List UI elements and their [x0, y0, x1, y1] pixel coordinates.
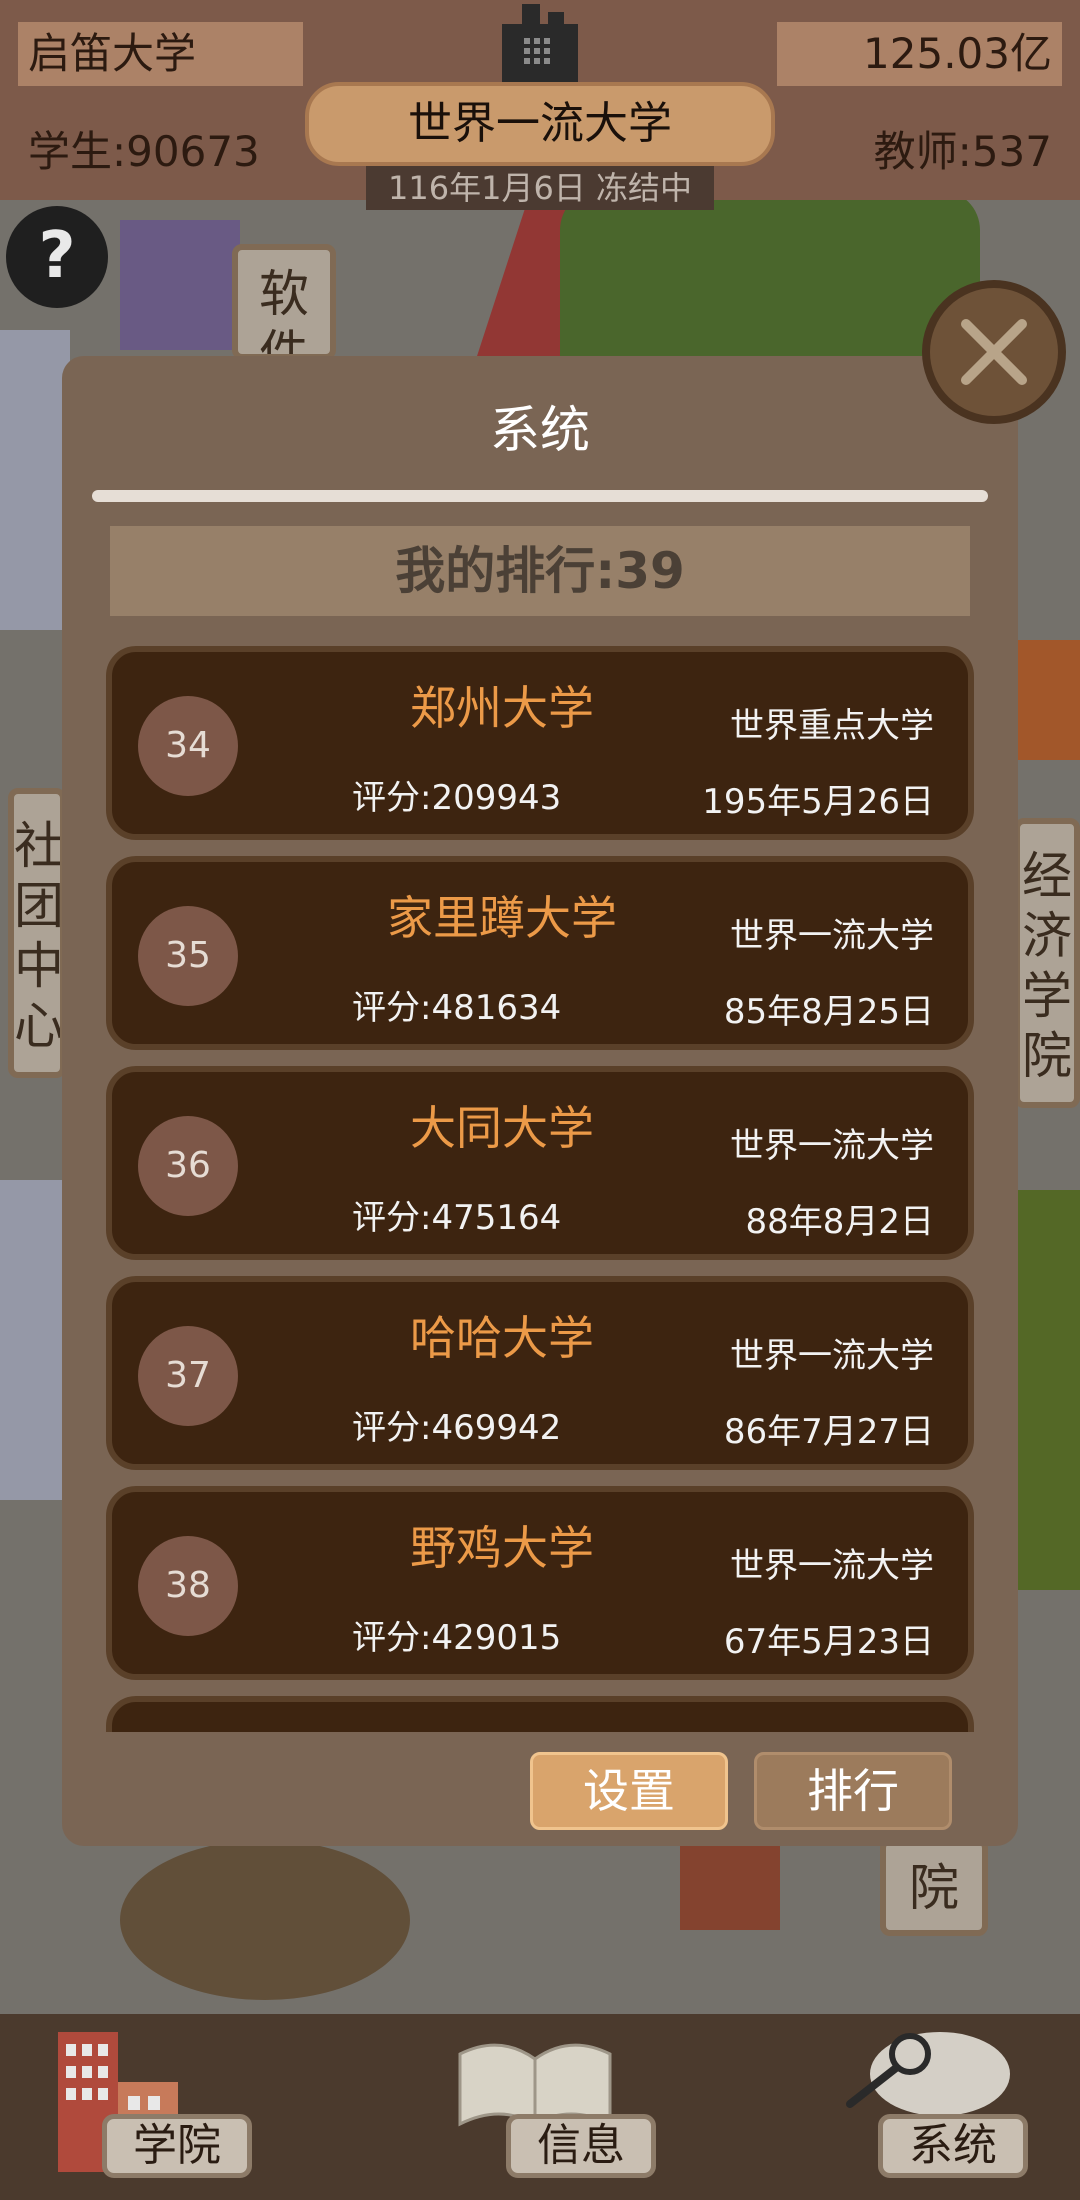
ranking-button[interactable]: 排行	[754, 1752, 952, 1830]
help-button[interactable]: ?	[6, 206, 108, 308]
nav-info[interactable]: 信息	[440, 2014, 660, 2200]
rank-number: 35	[138, 906, 238, 1006]
ranking-row[interactable]: 36 大同大学 评分:475164 世界一流大学 88年8月2日	[106, 1066, 974, 1260]
university-building-icon	[502, 4, 578, 82]
university-date: 88年8月2日	[745, 1202, 934, 1242]
ranking-row-partial[interactable]	[106, 1696, 974, 1732]
ranking-row[interactable]: 37 哈哈大学 评分:469942 世界一流大学 86年7月27日	[106, 1276, 974, 1470]
nav-label: 系统	[878, 2114, 1028, 2178]
university-name: 哈哈大学	[410, 1311, 594, 1365]
university-score: 评分:475164	[352, 1198, 562, 1238]
university-date: 67年5月23日	[723, 1622, 934, 1662]
university-date: 86年7月27日	[723, 1412, 934, 1452]
university-name: 野鸡大学	[410, 1521, 594, 1575]
nav-label: 信息	[506, 2114, 656, 2178]
university-level: 世界一流大学	[730, 1546, 934, 1586]
bottom-navigation: 学院 信息 系统	[0, 2014, 1080, 2200]
teacher-count: 教师:537	[873, 127, 1052, 176]
settings-button[interactable]: 设置	[530, 1752, 728, 1830]
university-name: 家里蹲大学	[387, 891, 617, 945]
nav-system[interactable]: 系统	[820, 2014, 1040, 2200]
university-score: 评分:469942	[352, 1408, 562, 1448]
university-score: 评分:481634	[352, 988, 562, 1028]
nav-college[interactable]: 学院	[40, 2014, 260, 2200]
nav-label: 学院	[102, 2114, 252, 2178]
ranking-list[interactable]: 34 郑州大学 评分:209943 世界重点大学 195年5月26日 35 家里…	[106, 646, 974, 1732]
divider	[92, 490, 988, 502]
university-level: 世界一流大学	[730, 1126, 934, 1166]
rank-title: 世界一流大学	[408, 98, 672, 149]
university-level: 世界一流大学	[730, 1336, 934, 1376]
rank-number: 34	[138, 696, 238, 796]
university-score: 评分:209943	[352, 778, 562, 818]
university-date: 195年5月26日	[702, 782, 934, 822]
university-score: 评分:429015	[352, 1618, 562, 1658]
top-hud: 启笛大学 125.03亿 学生:90673 教师:537 世界一流大学 116年…	[0, 0, 1080, 210]
rank-number: 36	[138, 1116, 238, 1216]
ranking-row[interactable]: 34 郑州大学 评分:209943 世界重点大学 195年5月26日	[106, 646, 974, 840]
my-rank-label: 我的排行:39	[110, 526, 970, 616]
university-level: 世界一流大学	[730, 916, 934, 956]
game-date-status: 116年1月6日 冻结中	[366, 166, 714, 210]
dialog-title: 系统	[490, 401, 590, 459]
money-counter: 125.03亿	[777, 22, 1062, 86]
ranking-row[interactable]: 38 野鸡大学 评分:429015 世界一流大学 67年5月23日	[106, 1486, 974, 1680]
close-dialog-button[interactable]	[922, 280, 1066, 424]
rank-number: 38	[138, 1536, 238, 1636]
student-count: 学生:90673	[28, 127, 260, 176]
university-name: 启笛大学	[18, 22, 303, 86]
university-name: 大同大学	[410, 1101, 594, 1155]
rank-title-banner: 世界一流大学	[305, 82, 775, 166]
university-level: 世界重点大学	[730, 706, 934, 746]
system-dialog: 系统 我的排行:39 34 郑州大学 评分:209943 世界重点大学 195年…	[62, 356, 1018, 1846]
rank-number: 37	[138, 1326, 238, 1426]
university-date: 85年8月25日	[723, 992, 934, 1032]
university-name: 郑州大学	[410, 681, 594, 735]
ranking-row[interactable]: 35 家里蹲大学 评分:481634 世界一流大学 85年8月25日	[106, 856, 974, 1050]
close-icon	[961, 319, 1027, 385]
